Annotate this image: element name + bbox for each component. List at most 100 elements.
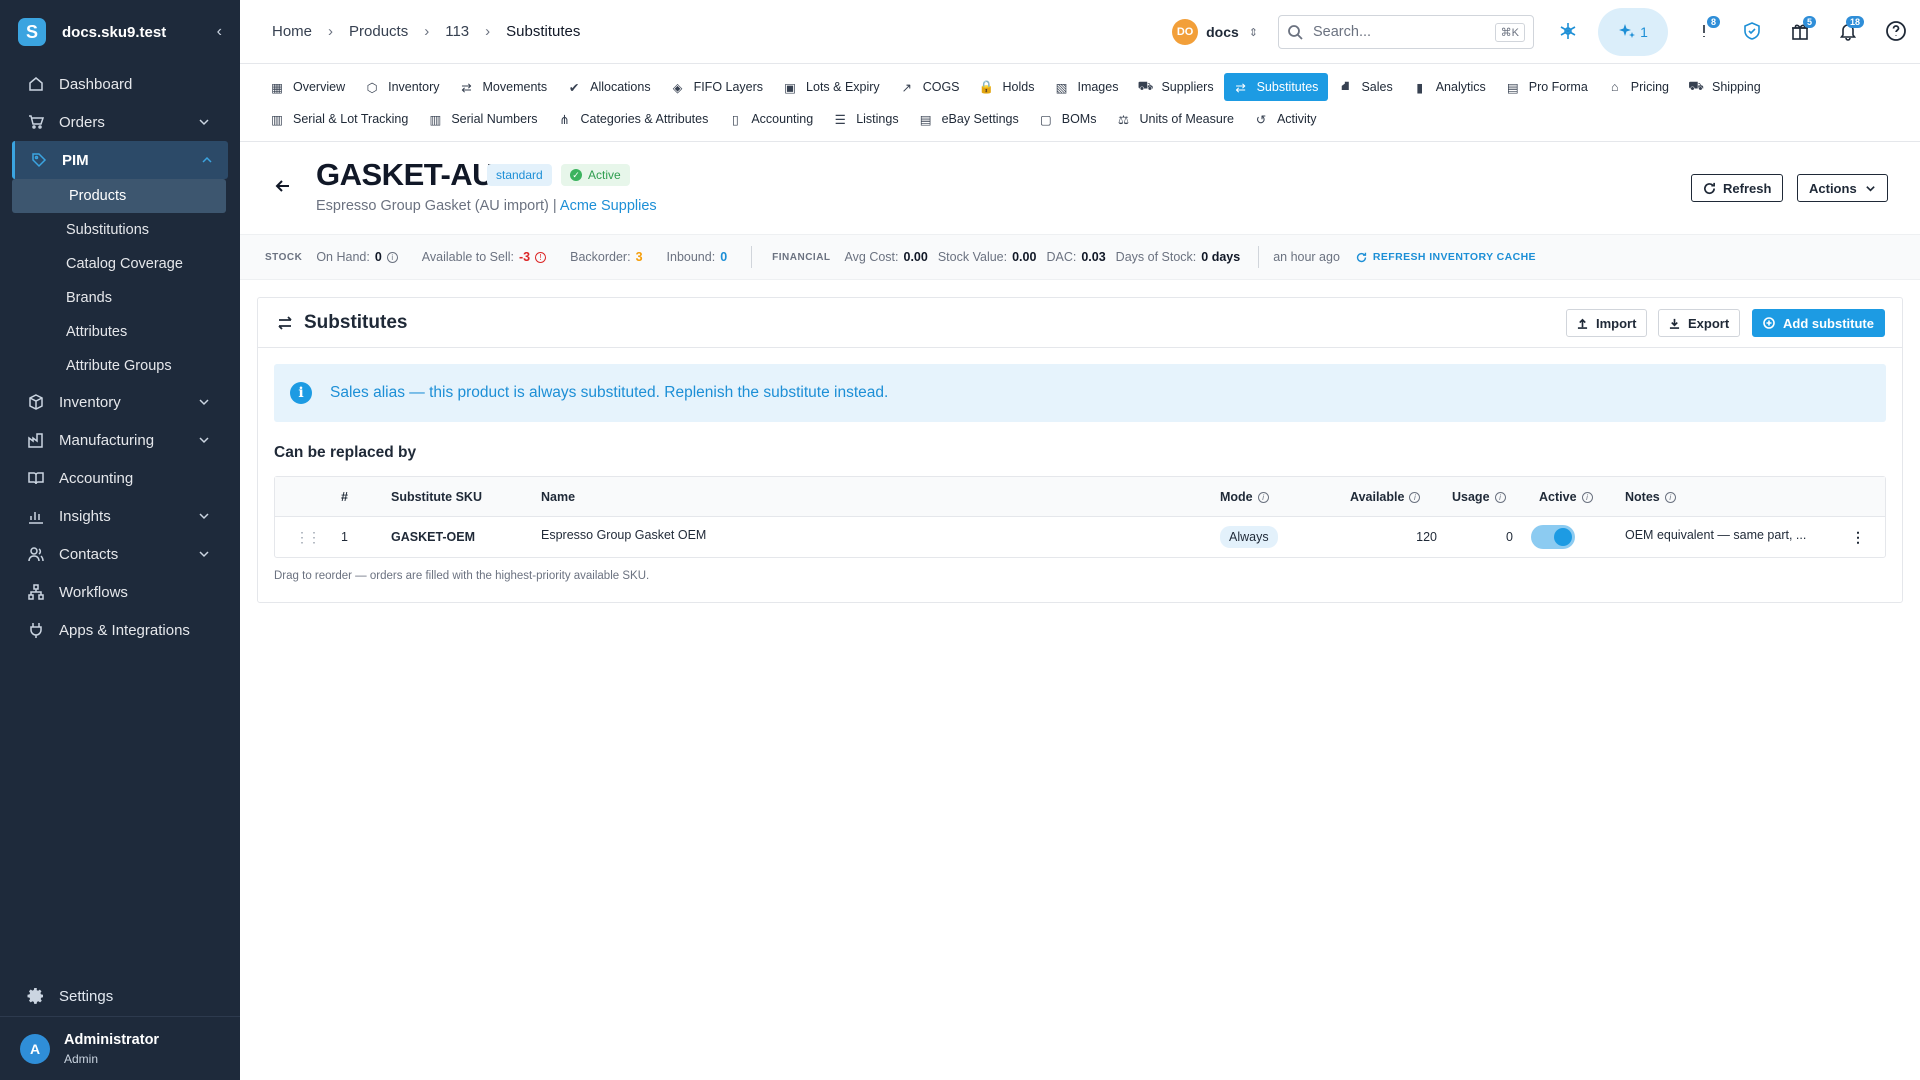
chevron-down-icon <box>198 396 210 408</box>
notifications-button[interactable]: 18 <box>1824 8 1872 56</box>
alert-icon[interactable]: ! <box>535 251 547 263</box>
tag-icon: ⌂ <box>1611 80 1619 94</box>
tab-overview[interactable]: ▦ Overview <box>260 73 355 101</box>
tab-allocations[interactable]: ✔ Allocations <box>557 73 660 101</box>
sidebar-item-dashboard[interactable]: Dashboard <box>0 65 240 103</box>
subnav-attribute-groups[interactable]: Attribute Groups <box>0 349 240 383</box>
tab-serial-numbers[interactable]: ▥ Serial Numbers <box>418 105 547 133</box>
scale-icon: ⚖ <box>1117 112 1130 127</box>
tab-cogs[interactable]: ↗ COGS <box>890 73 970 101</box>
tab-activity[interactable]: ↺ Activity <box>1244 105 1327 133</box>
subnav-catalog-coverage[interactable]: Catalog Coverage <box>0 247 240 281</box>
info-icon[interactable]: i <box>1409 491 1421 503</box>
tab-boms[interactable]: ▢ BOMs <box>1029 105 1107 133</box>
tab-accounting[interactable]: ▯ Accounting <box>718 105 823 133</box>
gifts-button[interactable]: 5 <box>1776 8 1824 56</box>
tree-icon: ⋔ <box>559 112 570 127</box>
subnav-brands[interactable]: Brands <box>0 281 240 315</box>
refresh-button[interactable]: Refresh <box>1691 174 1784 202</box>
sidebar-item-settings[interactable]: Settings <box>0 976 240 1016</box>
security-button[interactable] <box>1728 8 1776 56</box>
info-icon[interactable]: i <box>1664 491 1676 503</box>
actions-button[interactable]: Actions <box>1797 174 1888 202</box>
col-active: Active i <box>1539 477 1593 517</box>
tab-analytics[interactable]: ▮ Analytics <box>1403 73 1496 101</box>
tab-movements[interactable]: ⇄ Movements <box>450 73 558 101</box>
upload-icon <box>1577 318 1588 329</box>
info-icon[interactable]: i <box>386 251 398 263</box>
export-button[interactable]: Export <box>1658 309 1741 337</box>
info-icon[interactable]: i <box>1581 491 1593 503</box>
tab-sales[interactable]: ⛘ Sales <box>1328 73 1402 101</box>
tab-suppliers[interactable]: ⛟ Suppliers <box>1128 73 1223 101</box>
import-button[interactable]: Import <box>1566 309 1648 337</box>
available-label: Available to Sell: <box>421 250 514 264</box>
tab-pro-forma[interactable]: ▤ Pro Forma <box>1496 73 1598 101</box>
collapse-sidebar-icon[interactable]: ‹ <box>217 23 222 41</box>
tab-shipping[interactable]: ⛟ Shipping <box>1679 73 1771 101</box>
sidebar-item-label: Accounting <box>59 469 134 487</box>
days-stat: Days of Stock: 0 days <box>1116 250 1241 264</box>
col-name: Name <box>541 490 576 504</box>
tab-serial-lot-tracking[interactable]: ▥ Serial & Lot Tracking <box>260 105 418 133</box>
add-substitute-button[interactable]: Add substitute <box>1752 309 1885 337</box>
sidebar-item-accounting[interactable]: Accounting <box>0 459 240 497</box>
org-switcher[interactable]: DO docs ⇕ <box>1172 19 1258 45</box>
row-menu-icon[interactable]: ⋮ <box>1851 517 1865 557</box>
help-button[interactable] <box>1872 8 1920 56</box>
table-row[interactable]: ⋮⋮ 1 GASKET-OEM Espresso Group Gasket OE… <box>275 517 1885 558</box>
tab-inventory[interactable]: ⬡ Inventory <box>355 73 449 101</box>
refresh-inventory-cache-link[interactable]: REFRESH INVENTORY CACHE <box>1356 251 1536 263</box>
info-icon[interactable]: i <box>1257 491 1269 503</box>
subnav-products[interactable]: Products <box>12 179 226 213</box>
gift-badge: 5 <box>1802 16 1816 28</box>
back-arrow-icon[interactable] <box>274 177 292 198</box>
info-icon[interactable]: i <box>1494 491 1506 503</box>
on-hand-value: 0 <box>374 250 382 264</box>
subnav-substitutions[interactable]: Substitutions <box>0 213 240 247</box>
active-toggle[interactable] <box>1531 525 1575 549</box>
tab-substitutes[interactable]: ⇄ Substitutes <box>1223 73 1329 101</box>
avg-cost-stat: Avg Cost: 0.00 <box>845 250 928 264</box>
lock-icon: 🔒 <box>978 79 995 94</box>
sidebar-item-apps-integrations[interactable]: Apps & Integrations <box>0 611 240 649</box>
breadcrumb-product-id[interactable]: 113 <box>445 23 469 40</box>
sidebar-item-insights[interactable]: Insights <box>0 497 240 535</box>
substitute-sku-link[interactable]: GASKET-OEM <box>391 517 475 557</box>
inbound-value: 0 <box>720 250 728 264</box>
ai-assistant-button[interactable]: 1 <box>1598 8 1668 56</box>
pin-button[interactable]: 8 <box>1680 8 1728 56</box>
sidebar-item-workflows[interactable]: Workflows <box>0 573 240 611</box>
workflow-icon <box>27 583 45 601</box>
tab-units-of-measure[interactable]: ⚖ Units of Measure <box>1106 105 1243 133</box>
sidebar-item-contacts[interactable]: Contacts <box>0 535 240 573</box>
tab-holds[interactable]: 🔒 Holds <box>970 73 1045 101</box>
drag-handle-icon[interactable]: ⋮⋮ <box>295 517 321 557</box>
tab-row: ▦ Overview ⬡ Inventory ⇄ Movements ✔ Allocation… <box>260 73 1920 101</box>
breadcrumb-home[interactable]: Home <box>272 23 312 40</box>
calendar-icon: ▣ <box>784 80 796 95</box>
tab-lots-expiry[interactable]: ▣ Lots & Expiry <box>773 73 890 101</box>
tab-fifo-layers[interactable]: ◈ FIFO Layers <box>661 73 773 101</box>
sidebar-item-manufacturing[interactable]: Manufacturing <box>0 421 240 459</box>
search-input[interactable]: Search... ⌘K <box>1278 15 1534 49</box>
snowflake-button[interactable] <box>1544 8 1592 56</box>
subtitle-separator: | <box>548 198 560 214</box>
sidebar-item-pim[interactable]: PIM <box>12 141 228 179</box>
financial-group-label: FINANCIAL <box>772 251 831 263</box>
tab-ebay-settings[interactable]: ▤ eBay Settings <box>909 105 1029 133</box>
sidebar-item-orders[interactable]: Orders <box>0 103 240 141</box>
supplier-link[interactable]: Acme Supplies <box>560 198 657 214</box>
brand: S docs.sku9.test ‹ <box>0 0 240 64</box>
dac-label: DAC: <box>1046 250 1077 264</box>
tab-listings[interactable]: ☰ Listings <box>823 105 908 133</box>
search-placeholder: Search... <box>1313 24 1372 40</box>
user-profile[interactable]: A Administrator Admin <box>0 1016 240 1080</box>
tab-images[interactable]: ▧ Images <box>1044 73 1128 101</box>
subnav-attributes[interactable]: Attributes <box>0 315 240 349</box>
tab-pricing[interactable]: ⌂ Pricing <box>1598 73 1679 101</box>
tab-categories-attributes[interactable]: ⋔ Categories & Attributes <box>547 105 718 133</box>
breadcrumb-products[interactable]: Products <box>349 23 408 40</box>
sidebar-item-inventory[interactable]: Inventory <box>0 383 240 421</box>
chart-icon <box>27 507 45 525</box>
